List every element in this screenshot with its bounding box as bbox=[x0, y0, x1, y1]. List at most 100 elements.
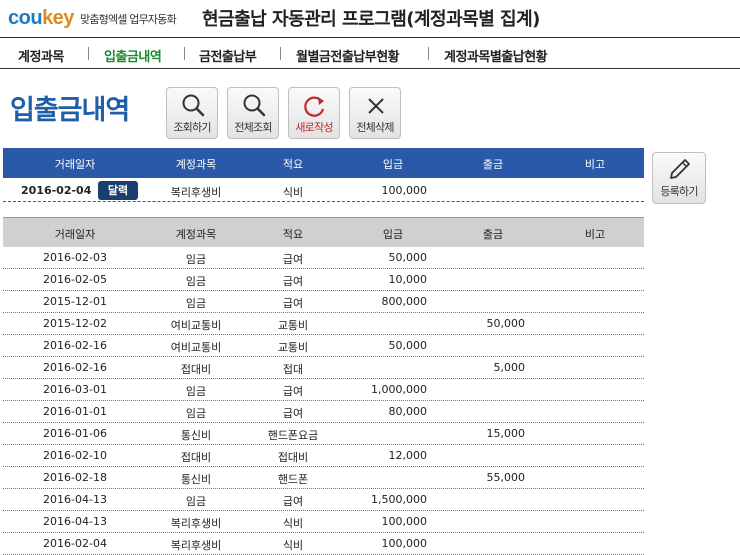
col-header-deposit: 입금 bbox=[382, 228, 404, 241]
row-date: 2016-02-16 bbox=[43, 339, 107, 352]
row-deposit: 50,000 bbox=[388, 339, 428, 352]
row-deposit: 800,000 bbox=[381, 295, 428, 308]
row-account: 임금 bbox=[185, 407, 207, 420]
row-date: 2016-02-05 bbox=[43, 273, 107, 286]
table-row[interactable]: 2016-02-04 복리후생비 식비 100,000 bbox=[3, 533, 644, 555]
table-row[interactable]: 2016-01-06 통신비 핸드폰요금 15,000 bbox=[3, 423, 644, 445]
row-memo: 급여 bbox=[282, 297, 304, 310]
row-account: 복리후생비 bbox=[170, 517, 222, 530]
entry-account-field[interactable]: 복리후생비 bbox=[171, 184, 222, 200]
main-nav: 계정과목 입출금내역 금전출납부 월별금전출납부현황 계정과목별출납현황 bbox=[0, 39, 740, 69]
nav-separator bbox=[428, 47, 429, 60]
new-entry-button-label: 새로작성 bbox=[295, 121, 333, 134]
table-row[interactable]: 2016-02-16 여비교통비 교통비 50,000 bbox=[3, 335, 644, 357]
table-row[interactable]: 2016-02-16 접대비 접대 5,000 bbox=[3, 357, 644, 379]
row-account: 접대비 bbox=[180, 451, 212, 464]
row-deposit: 12,000 bbox=[388, 449, 428, 462]
col-header-date: 거래일자 bbox=[54, 158, 96, 171]
row-deposit: 50,000 bbox=[388, 251, 428, 264]
nav-item-monthly-status[interactable]: 월별금전출납부현황 bbox=[296, 46, 400, 65]
row-account: 여비교통비 bbox=[170, 319, 222, 332]
table-row[interactable]: 2016-02-03 임금 급여 50,000 bbox=[3, 247, 644, 269]
row-withdrawal: 50,000 bbox=[486, 317, 526, 330]
table-row[interactable]: 2016-01-01 임금 급여 80,000 bbox=[3, 401, 644, 423]
entry-date-field[interactable]: 2016-02-04 bbox=[21, 184, 91, 197]
logo-tagline: 맞춤형엑셀 업무자동화 bbox=[80, 13, 177, 26]
row-account: 임금 bbox=[185, 253, 207, 266]
table-row[interactable]: 2016-03-01 임금 급여 1,000,000 bbox=[3, 379, 644, 401]
row-memo: 핸드폰 bbox=[277, 473, 309, 486]
table-row[interactable]: 2016-04-13 임금 급여 1,500,000 bbox=[3, 489, 644, 511]
col-header-date: 거래일자 bbox=[54, 228, 96, 241]
row-account: 접대비 bbox=[180, 363, 212, 376]
nav-item-transactions[interactable]: 입출금내역 bbox=[104, 46, 162, 65]
row-date: 2015-12-02 bbox=[43, 317, 107, 330]
row-date: 2016-02-04 bbox=[43, 537, 107, 550]
row-deposit: 80,000 bbox=[388, 405, 428, 418]
row-withdrawal: 15,000 bbox=[486, 427, 526, 440]
col-header-memo: 적요 bbox=[282, 158, 304, 171]
col-header-note: 비고 bbox=[584, 158, 606, 171]
row-date: 2016-02-03 bbox=[43, 251, 107, 264]
register-button[interactable]: 등록하기 bbox=[652, 152, 706, 204]
row-memo: 교통비 bbox=[277, 319, 309, 332]
col-header-account: 계정과목 bbox=[175, 228, 217, 241]
row-memo: 급여 bbox=[282, 275, 304, 288]
row-deposit: 100,000 bbox=[381, 537, 428, 550]
nav-separator bbox=[280, 47, 281, 60]
row-date: 2016-03-01 bbox=[43, 383, 107, 396]
row-account: 임금 bbox=[185, 495, 207, 508]
table-row[interactable]: 2016-04-13 복리후생비 식비 100,000 bbox=[3, 511, 644, 533]
row-deposit: 10,000 bbox=[388, 273, 428, 286]
row-date: 2016-01-06 bbox=[43, 427, 107, 440]
row-account: 여비교통비 bbox=[170, 341, 222, 354]
col-header-memo: 적요 bbox=[282, 228, 304, 241]
search-all-button[interactable]: 전체조회 bbox=[227, 87, 279, 139]
page-title: 입출금내역 bbox=[10, 95, 130, 126]
row-date: 2016-02-18 bbox=[43, 471, 107, 484]
row-deposit: 1,500,000 bbox=[371, 493, 427, 506]
list-table-header: 거래일자 계정과목 적요 입금 출금 비고 bbox=[3, 217, 644, 247]
row-date: 2016-02-16 bbox=[43, 361, 107, 374]
row-account: 임금 bbox=[185, 297, 207, 310]
table-row[interactable]: 2016-02-18 통신비 핸드폰 55,000 bbox=[3, 467, 644, 489]
row-account: 임금 bbox=[185, 385, 207, 398]
row-date: 2016-02-10 bbox=[43, 449, 107, 462]
delete-all-button-label: 전체삭제 bbox=[356, 121, 394, 134]
row-account: 임금 bbox=[185, 275, 207, 288]
register-button-label: 등록하기 bbox=[660, 185, 698, 198]
nav-item-accounts[interactable]: 계정과목 bbox=[18, 46, 64, 65]
col-header-note: 비고 bbox=[584, 228, 606, 241]
row-memo: 핸드폰요금 bbox=[267, 429, 319, 442]
calendar-button[interactable]: 달력 bbox=[98, 181, 138, 200]
nav-item-account-status[interactable]: 계정과목별출납현황 bbox=[444, 46, 548, 65]
table-row[interactable]: 2016-02-10 접대비 접대비 12,000 bbox=[3, 445, 644, 467]
magnifier-icon bbox=[182, 94, 205, 117]
app-header: coukey 맞춤형엑셀 업무자동화 현금출납 자동관리 프로그램(계정과목별 … bbox=[0, 0, 740, 38]
search-button[interactable]: 조회하기 bbox=[166, 87, 218, 139]
col-header-deposit: 입금 bbox=[382, 158, 404, 171]
nav-item-cashbook[interactable]: 금전출납부 bbox=[199, 46, 257, 65]
table-row[interactable]: 2015-12-01 임금 급여 800,000 bbox=[3, 291, 644, 313]
row-deposit: 100,000 bbox=[381, 515, 428, 528]
entry-deposit-field[interactable]: 100,000 bbox=[382, 184, 428, 197]
row-date: 2015-12-01 bbox=[43, 295, 107, 308]
row-date: 2016-04-13 bbox=[43, 515, 107, 528]
search-button-label: 조회하기 bbox=[173, 121, 211, 134]
delete-all-button[interactable]: 전체삭제 bbox=[349, 87, 401, 139]
table-row[interactable]: 2016-02-05 임금 급여 10,000 bbox=[3, 269, 644, 291]
new-entry-button[interactable]: 새로작성 bbox=[288, 87, 340, 139]
entry-form-row: 2016-02-04 달력 복리후생비 식비 100,000 bbox=[3, 180, 644, 202]
transaction-list: 2016-02-03 임금 급여 50,000 2016-02-05 임금 급여 10,000… bbox=[3, 247, 644, 555]
magnifier-icon bbox=[243, 94, 266, 117]
row-account: 통신비 bbox=[180, 429, 212, 442]
row-memo: 접대 bbox=[282, 363, 304, 376]
table-row[interactable]: 2015-12-02 여비교통비 교통비 50,000 bbox=[3, 313, 644, 335]
search-all-button-label: 전체조회 bbox=[234, 121, 272, 134]
brand-logo: coukey bbox=[8, 7, 74, 30]
app-title: 현금출납 자동관리 프로그램(계정과목별 집계) bbox=[202, 9, 540, 30]
nav-separator bbox=[184, 47, 185, 60]
col-header-withdrawal: 출금 bbox=[482, 158, 504, 171]
entry-memo-field[interactable]: 식비 bbox=[283, 184, 303, 200]
row-date: 2016-04-13 bbox=[43, 493, 107, 506]
